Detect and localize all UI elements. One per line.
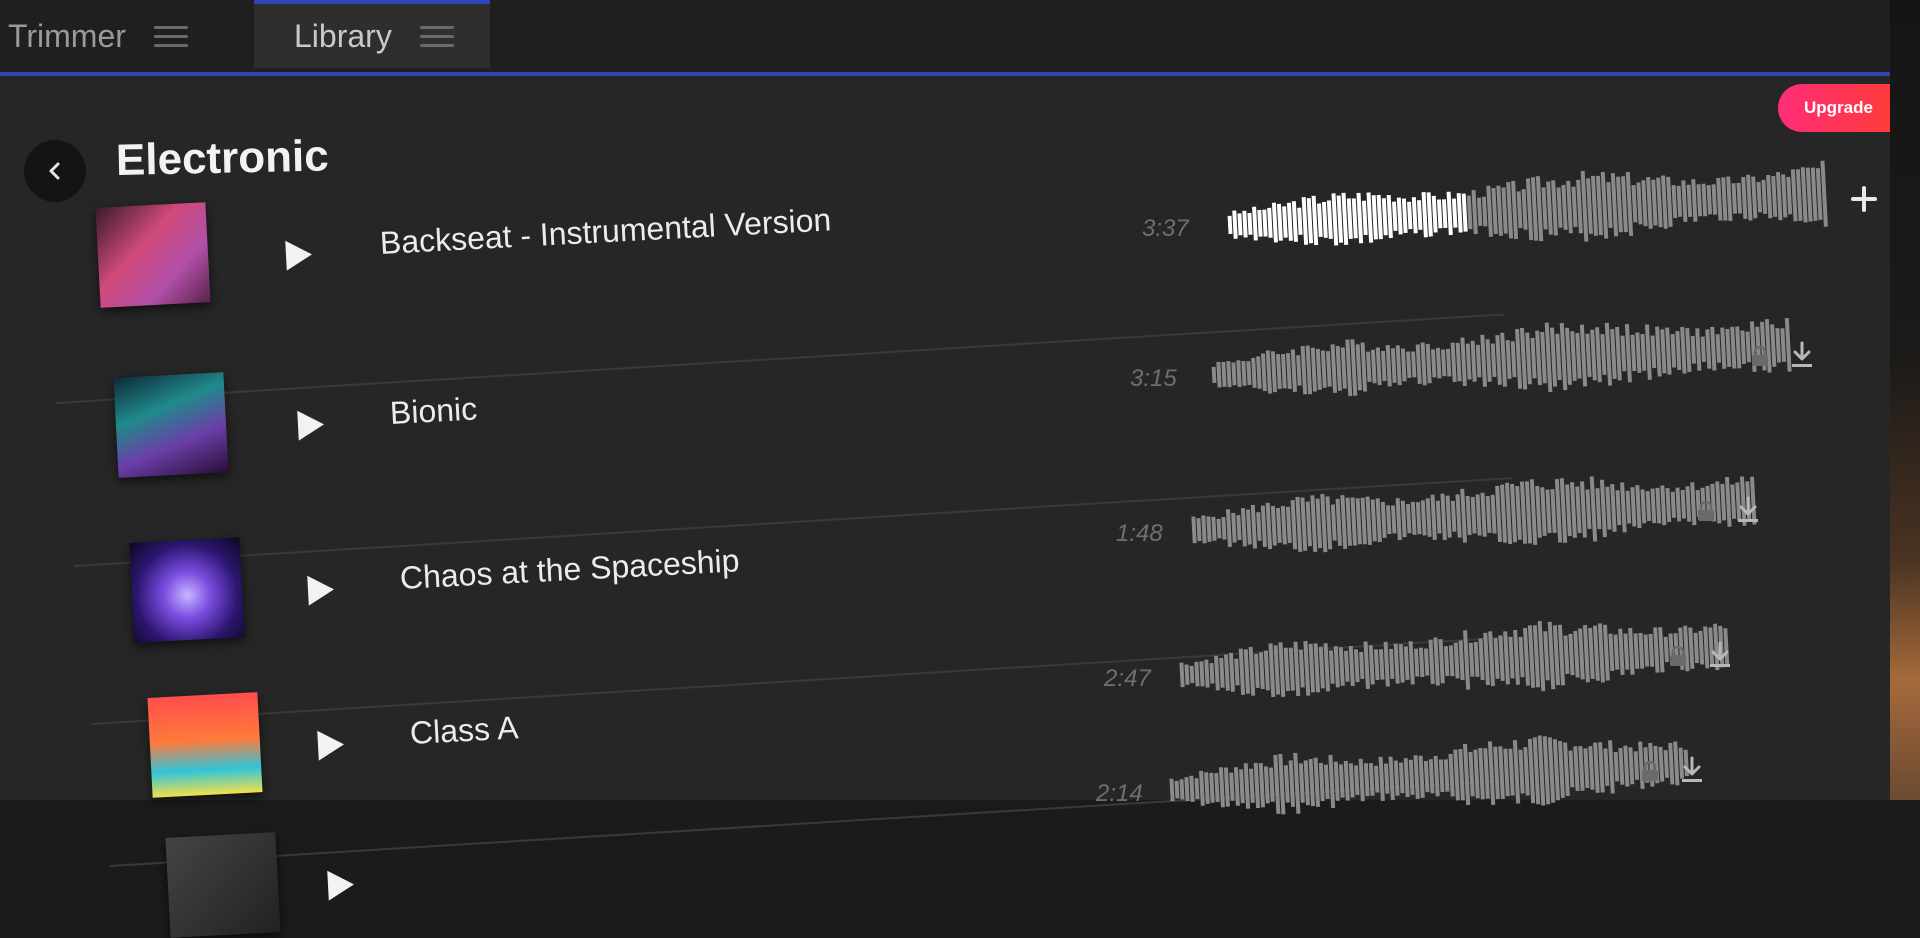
tab-trimmer[interactable]: Trimmer xyxy=(8,0,218,72)
tab-bar: Trimmer Library xyxy=(0,0,1890,76)
hamburger-icon[interactable] xyxy=(419,24,454,48)
download-icon[interactable] xyxy=(1790,341,1814,369)
lock-icon xyxy=(1670,645,1686,666)
track-title[interactable]: Bionic xyxy=(389,390,478,432)
track-duration: 2:14 xyxy=(1096,780,1143,807)
tab-trimmer-label: Trimmer xyxy=(8,17,126,54)
album-cover xyxy=(147,692,263,798)
track-title[interactable]: Backseat - Instrumental Version xyxy=(379,201,832,262)
plus-icon[interactable] xyxy=(1850,185,1878,213)
tab-library[interactable]: Library xyxy=(254,0,490,68)
track-duration: 1:48 xyxy=(1116,520,1163,547)
lock-icon xyxy=(1752,345,1768,366)
upgrade-label: Upgrade xyxy=(1804,98,1873,117)
waveform[interactable] xyxy=(1226,154,1829,265)
play-icon[interactable] xyxy=(285,239,313,271)
waveform[interactable] xyxy=(1178,606,1731,715)
waveform[interactable] xyxy=(1210,305,1793,415)
download-icon[interactable] xyxy=(1680,756,1704,784)
hamburger-icon[interactable] xyxy=(153,24,188,48)
track-title[interactable]: Class A xyxy=(409,709,519,752)
track-duration: 3:37 xyxy=(1142,215,1189,242)
download-icon[interactable] xyxy=(1708,641,1732,669)
chevron-left-icon xyxy=(49,162,60,180)
app-window: Trimmer Library Upgrade Electronic Backs… xyxy=(0,0,1890,938)
track-duration: 2:47 xyxy=(1104,665,1151,692)
lock-icon xyxy=(1698,500,1714,521)
play-icon[interactable] xyxy=(307,574,335,606)
play-icon[interactable] xyxy=(327,869,355,901)
album-cover xyxy=(113,372,229,478)
waveform[interactable] xyxy=(1168,723,1691,830)
track-title[interactable]: Chaos at the Spaceship xyxy=(399,542,740,597)
download-icon[interactable] xyxy=(1736,496,1760,524)
tab-library-label: Library xyxy=(294,17,392,54)
lock-icon xyxy=(1642,760,1658,781)
waveform[interactable] xyxy=(1190,460,1758,569)
play-icon[interactable] xyxy=(297,409,325,441)
play-icon[interactable] xyxy=(317,729,345,761)
page-title: Electronic xyxy=(115,131,330,185)
track-duration: 3:15 xyxy=(1130,365,1177,392)
album-cover xyxy=(165,832,281,938)
album-cover xyxy=(95,202,211,308)
album-cover xyxy=(129,537,245,643)
upgrade-button[interactable]: Upgrade xyxy=(1778,84,1890,132)
back-button[interactable] xyxy=(24,140,86,202)
